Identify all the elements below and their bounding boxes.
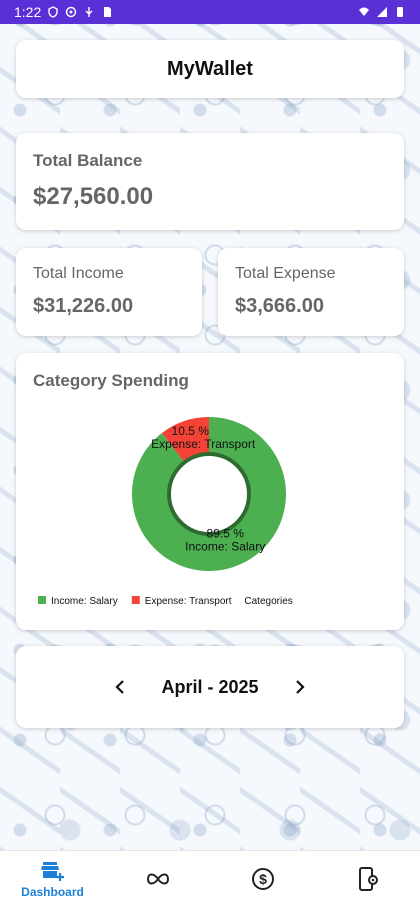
total-income-label: Total Income <box>33 265 124 282</box>
phone-settings-icon <box>358 867 378 891</box>
legend-swatch <box>131 596 140 604</box>
app-header: MyWallet <box>16 40 404 98</box>
category-spending-title: Category Spending <box>33 371 189 390</box>
nav-transactions[interactable]: $ <box>223 853 303 905</box>
legend-label: Expense: Transport <box>145 596 232 607</box>
total-expense-value: $3,666.00 <box>235 295 324 317</box>
total-balance-value: $27,560.00 <box>33 183 154 210</box>
chevron-right-icon <box>296 680 305 694</box>
nav-recurring[interactable] <box>118 853 198 905</box>
chevron-left-icon <box>115 680 124 694</box>
slice-percent-label: 10.5 % <box>172 424 210 438</box>
total-balance-label: Total Balance <box>33 151 143 170</box>
month-selector: April - 2025 <box>16 646 404 728</box>
total-expense-label: Total Expense <box>235 265 336 282</box>
category-spending-card: Category Spending 10.5 % Expense: Transpo… <box>16 353 404 630</box>
total-income-card: Total Income $31,226.00 <box>16 248 202 336</box>
total-income-value: $31,226.00 <box>33 295 134 317</box>
nav-settings[interactable] <box>328 853 408 905</box>
previous-month-button[interactable] <box>90 667 150 707</box>
wifi-icon <box>359 7 369 16</box>
usb-icon <box>85 7 93 17</box>
battery-icon <box>397 7 403 17</box>
dollar-circle-icon: $ <box>251 868 274 890</box>
app-title: MyWallet <box>167 57 253 80</box>
signal-icon <box>377 7 387 17</box>
svg-text:$: $ <box>259 871 267 887</box>
next-month-button[interactable] <box>270 667 330 707</box>
category-donut-chart: 10.5 %Expense: Transport89.5 %Income: Sa… <box>38 417 293 607</box>
status-time: 1:22 <box>14 4 42 20</box>
bottom-navigation: Dashboard $ <box>0 850 420 907</box>
sd-card-icon <box>104 7 112 17</box>
legend-label: Income: Salary <box>51 596 118 607</box>
store-add-icon <box>40 861 64 881</box>
legend-swatch <box>38 596 46 604</box>
nav-dashboard[interactable]: Dashboard <box>13 853 93 905</box>
shield-icon <box>48 6 58 18</box>
status-bar: 1:22 <box>0 0 420 24</box>
legend-suffix: Categories <box>244 596 292 607</box>
infinity-icon <box>146 873 169 885</box>
donut-hole <box>167 452 251 536</box>
play-protect-icon <box>66 6 77 18</box>
nav-dashboard-label: Dashboard <box>21 884 84 899</box>
slice-category-label: Expense: Transport <box>151 437 256 451</box>
total-expense-card: Total Expense $3,666.00 <box>218 248 404 336</box>
month-label: April - 2025 <box>161 676 259 697</box>
slice-category-label: Income: Salary <box>185 539 265 553</box>
slice-percent-label: 89.5 % <box>207 526 245 540</box>
total-balance-card: Total Balance $27,560.00 <box>16 133 404 230</box>
